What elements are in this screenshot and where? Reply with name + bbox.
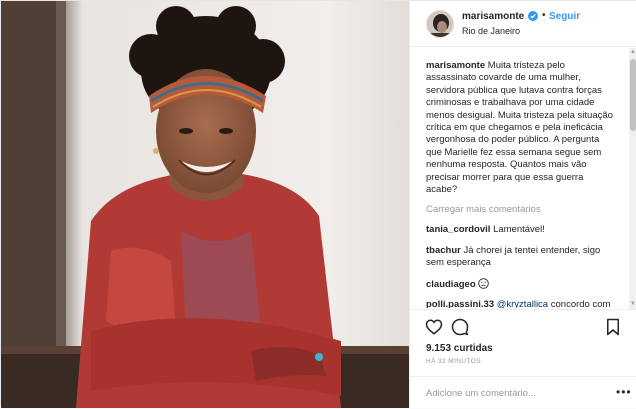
comment-username[interactable]: claudiageo [426,279,476,290]
comment-item: claudiageo [426,277,616,291]
instagram-post-modal: marisamonte • Seguir Rio de Janeiro mari… [0,0,636,408]
post-header: marisamonte • Seguir Rio de Janeiro [410,1,636,47]
post-timestamp[interactable]: HÁ 32 MINUTOS [426,358,481,365]
heart-icon[interactable] [425,318,443,336]
comment-item: tania_cordovil Lamentável! [426,224,616,236]
post-photo-image [1,1,409,408]
scroll-down-arrow-icon[interactable]: ▼ [630,301,636,307]
header-separator: • [542,10,546,21]
location-link[interactable]: Rio de Janeiro [462,26,520,36]
follow-button[interactable]: Seguir [549,11,580,22]
caption-username[interactable]: marisamonte [426,60,485,71]
comment-text: Lamentável! [493,224,545,236]
add-comment-input[interactable] [426,386,606,400]
post-actions: 9.153 curtidas HÁ 32 MINUTOS ••• [410,309,636,408]
comment-icon[interactable] [451,318,469,336]
verified-badge-icon [528,11,538,21]
caption-text: Muita tristeza pelo assassinato covarde … [426,60,613,196]
comment-item: tbachur Já chorei ja tentei entender, si… [426,245,616,270]
scroll-up-arrow-icon[interactable]: ▲ [630,49,636,55]
avatar-image [427,11,453,37]
comments-list[interactable]: marisamonte Muita tristeza pelo assassin… [410,48,630,308]
post-photo[interactable] [1,1,409,408]
header-username[interactable]: marisamonte [462,11,524,22]
comment-username[interactable]: tania_cordovil [426,224,490,235]
scrollbar-thumb[interactable] [630,59,636,131]
likes-count[interactable]: 9.153 curtidas [426,343,493,354]
load-more-comments-button[interactable]: Carregar mais comentários [426,204,616,216]
comment-item: polli.passini.33 @kryztallica concordo c… [426,299,616,308]
post-caption: marisamonte Muita tristeza pelo assassin… [426,60,616,196]
comment-username[interactable]: tbachur [426,245,461,256]
bookmark-icon[interactable] [604,318,622,336]
add-comment-bar: ••• [410,376,636,409]
avatar[interactable] [426,10,454,38]
comment-mention[interactable]: @kryztallica [497,299,548,308]
more-options-button[interactable]: ••• [616,385,632,399]
post-side-panel: marisamonte • Seguir Rio de Janeiro mari… [409,1,636,408]
comment-username[interactable]: polli.passini.33 [426,299,494,308]
sad-face-emoji-icon [478,277,490,289]
